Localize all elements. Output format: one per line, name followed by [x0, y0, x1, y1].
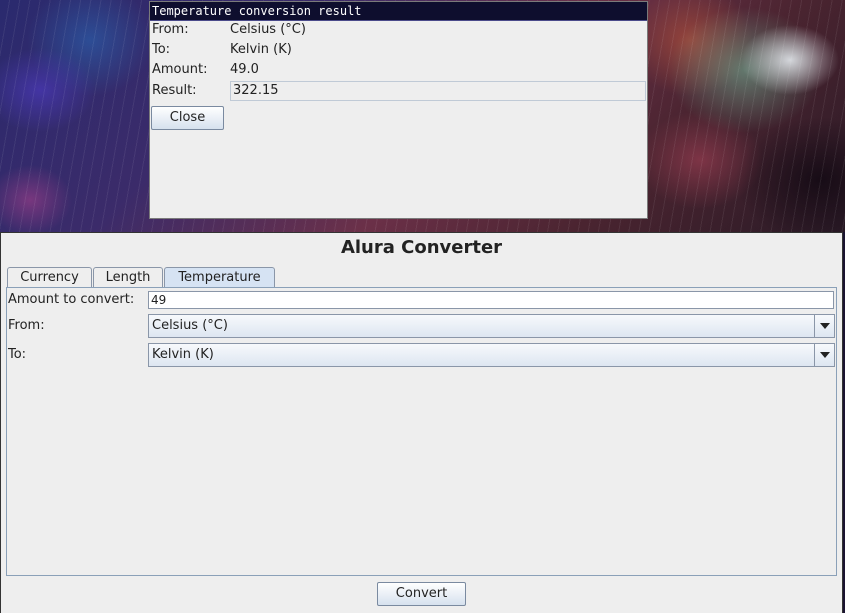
app-title: Alura Converter	[340, 237, 503, 258]
dialog-title: Temperature conversion result	[150, 2, 647, 21]
temperature-panel: Amount to convert: 49 From: Celsius (°C)…	[6, 287, 837, 576]
result-field[interactable]: 322.15	[230, 81, 646, 101]
tab-length[interactable]: Length	[93, 267, 163, 287]
close-button[interactable]: Close	[151, 106, 224, 130]
chevron-down-icon[interactable]	[814, 315, 834, 337]
dialog-to-value: Kelvin (K)	[230, 42, 292, 57]
amount-input[interactable]: 49	[148, 291, 834, 309]
result-dialog: Temperature conversion result From: Cels…	[149, 1, 648, 219]
dialog-from-label: From:	[152, 22, 189, 37]
converter-window: Alura Converter Currency Length Temperat…	[0, 232, 843, 613]
dialog-from-value: Celsius (°C)	[230, 22, 306, 37]
from-label: From:	[8, 318, 45, 333]
dialog-amount-value: 49.0	[230, 62, 259, 77]
to-select[interactable]: Kelvin (K)	[148, 343, 835, 367]
from-select-value: Celsius (°C)	[152, 318, 228, 333]
dialog-to-label: To:	[152, 42, 171, 57]
tab-currency[interactable]: Currency	[7, 267, 92, 287]
dialog-result-label: Result:	[152, 83, 197, 98]
amount-label: Amount to convert:	[8, 292, 135, 307]
to-select-value: Kelvin (K)	[152, 347, 214, 362]
dialog-amount-label: Amount:	[152, 62, 208, 77]
tab-temperature[interactable]: Temperature	[164, 267, 275, 287]
chevron-down-icon[interactable]	[814, 344, 834, 366]
from-select[interactable]: Celsius (°C)	[148, 314, 835, 338]
to-label: To:	[8, 347, 27, 362]
convert-button[interactable]: Convert	[377, 582, 466, 606]
